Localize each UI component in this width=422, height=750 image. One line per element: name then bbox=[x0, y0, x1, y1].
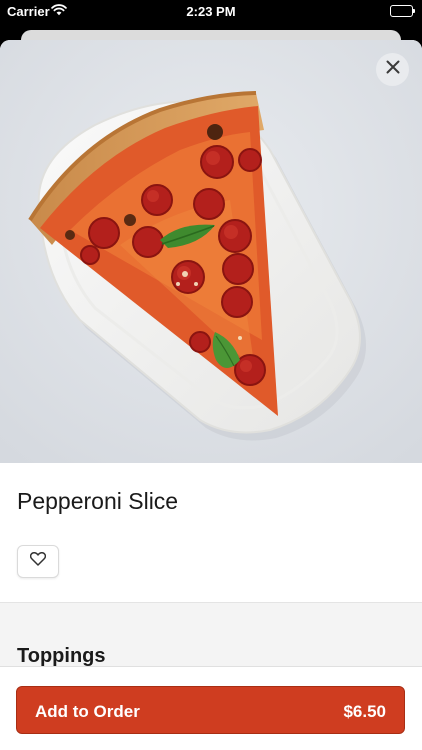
favorite-button[interactable] bbox=[17, 545, 59, 578]
product-sheet[interactable]: Pepperoni Slice Toppings Add to Order $6… bbox=[0, 40, 422, 750]
product-image bbox=[0, 40, 422, 463]
bottom-action-bar: Add to Order $6.50 bbox=[0, 666, 422, 750]
toppings-heading: Toppings bbox=[17, 645, 106, 667]
close-button[interactable] bbox=[376, 53, 409, 86]
close-icon bbox=[386, 60, 400, 79]
product-title: Pepperoni Slice bbox=[17, 488, 179, 514]
clock: 2:23 PM bbox=[186, 4, 236, 19]
status-bar: Carrier 2:23 PM bbox=[0, 0, 422, 22]
battery-icon bbox=[390, 5, 415, 17]
add-to-order-label: Add to Order bbox=[35, 702, 140, 721]
add-to-order-button[interactable]: Add to Order $6.50 bbox=[16, 686, 405, 734]
order-price: $6.50 bbox=[343, 702, 386, 721]
heart-icon bbox=[29, 552, 47, 571]
